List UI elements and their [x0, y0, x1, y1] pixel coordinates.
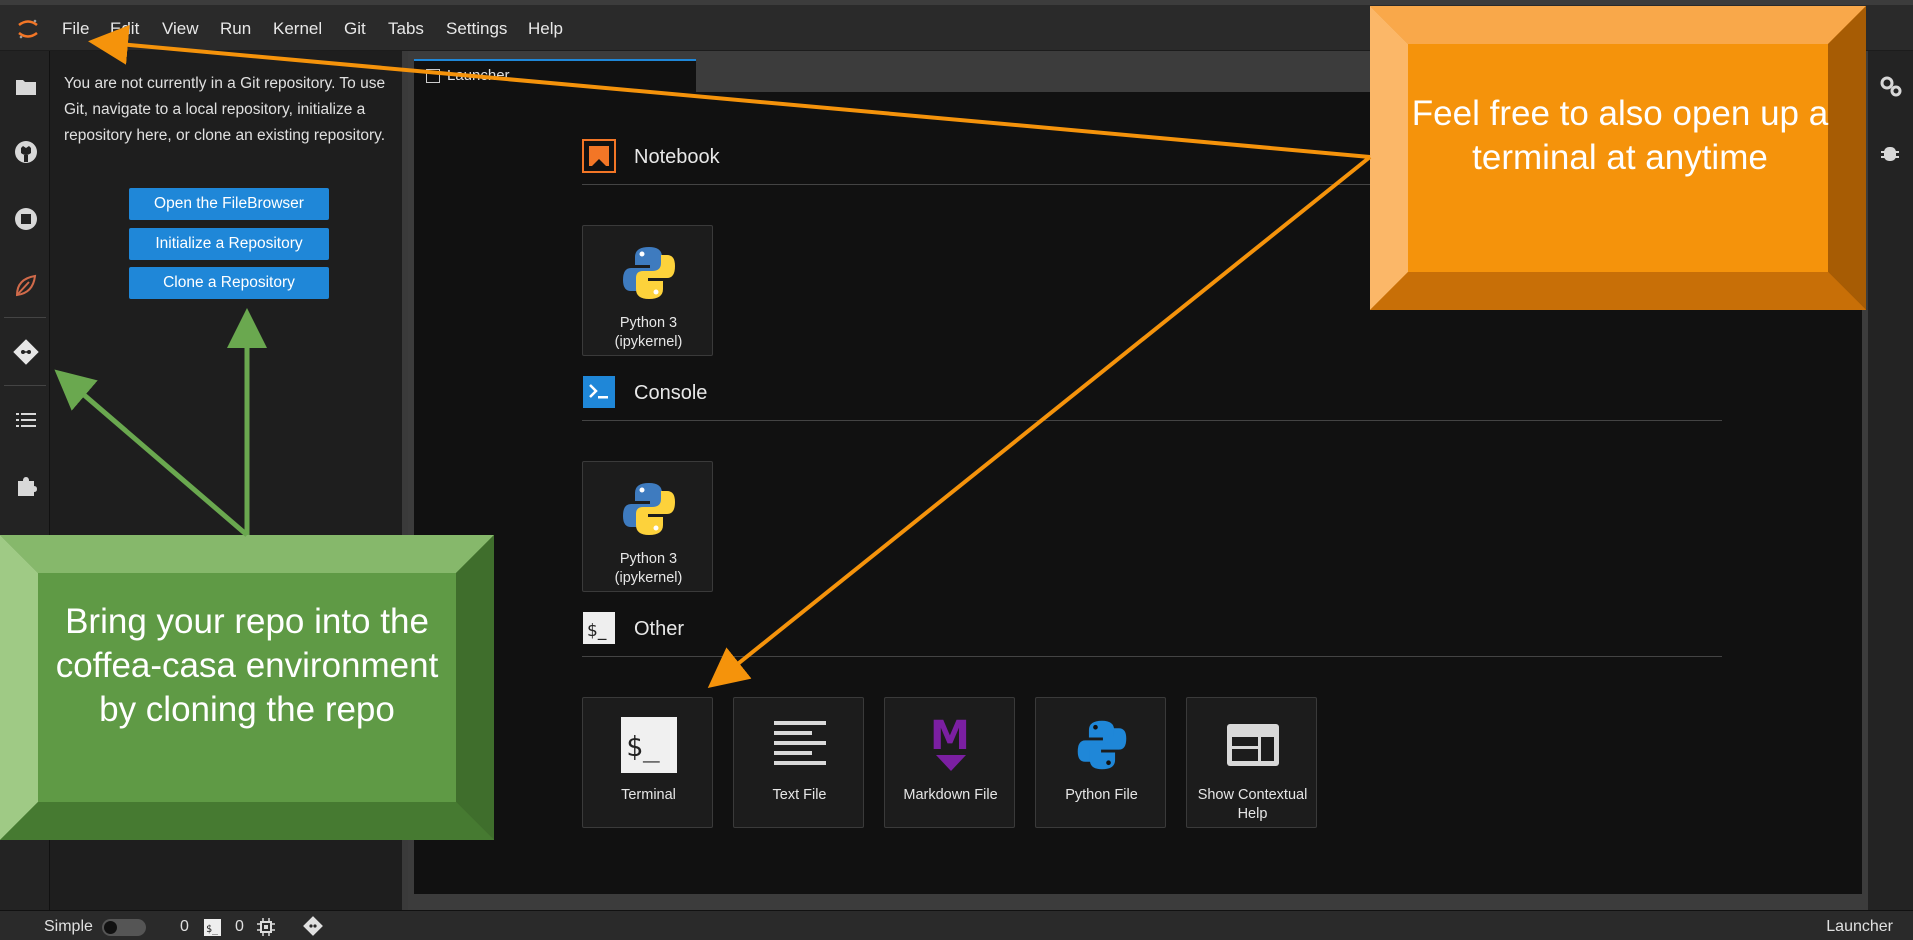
right-sidebar [1868, 51, 1913, 910]
initialize-repository-button[interactable]: Initialize a Repository [129, 228, 329, 260]
orange-callout-text: Feel free to also open up a terminal at … [1411, 94, 1829, 177]
console-section-label: Console [634, 382, 708, 404]
activity-separator [4, 317, 46, 318]
menu-tabs[interactable]: Tabs [388, 19, 424, 39]
menu-git[interactable]: Git [344, 19, 366, 39]
jupyter-logo-icon [18, 19, 38, 39]
svg-text:$_: $_ [206, 924, 219, 935]
other-section-label: Other [634, 618, 685, 640]
menu-kernel[interactable]: Kernel [273, 19, 322, 39]
activity-separator [4, 385, 46, 386]
green-callout-text: Bring your repo into the coffea-casa env… [55, 602, 439, 729]
console-section-header: Console [582, 375, 1722, 421]
open-filebrowser-button[interactable]: Open the FileBrowser [129, 188, 329, 220]
show-contextual-help-card[interactable]: Show Contextual Help [1186, 697, 1317, 828]
status-launcher-label: Launcher [1826, 918, 1893, 935]
menu-edit[interactable]: Edit [110, 19, 139, 39]
console-icon [582, 375, 616, 409]
other-section-header: $_ Other [582, 611, 1722, 657]
git-not-repo-message: You are not currently in a Git repositor… [64, 75, 386, 144]
svg-text:M: M [930, 713, 970, 759]
python-file-label: Python File [1065, 787, 1138, 803]
python-icon [583, 476, 714, 542]
markdown-icon: M [885, 712, 1016, 778]
python-file-card[interactable]: Python File [1035, 697, 1166, 828]
table-of-contents-icon[interactable] [13, 407, 39, 433]
menu-run[interactable]: Run [220, 19, 251, 39]
kernel-count: 0 [235, 918, 244, 935]
dask-leaf-icon[interactable] [13, 273, 39, 299]
markdown-file-card[interactable]: M Markdown File [884, 697, 1015, 828]
tab-launcher[interactable]: Launcher [414, 59, 696, 92]
menu-file[interactable]: File [62, 19, 89, 39]
github-icon[interactable] [13, 139, 39, 165]
terminal-card[interactable]: $_ Terminal [582, 697, 713, 828]
terminal-status-icon[interactable]: $_ [204, 919, 221, 936]
jupyterlab-window: File Edit View Run Kernel Git Tabs Setti… [0, 0, 1913, 940]
svg-text:$_: $_ [587, 621, 607, 641]
menu-help[interactable]: Help [528, 19, 563, 39]
git-icon[interactable] [13, 339, 39, 365]
menu-settings[interactable]: Settings [446, 19, 507, 39]
folder-icon[interactable] [13, 74, 39, 100]
contextual-help-icon [1187, 712, 1318, 778]
svg-text:$_: $_ [626, 730, 660, 764]
launcher-tab-icon [426, 69, 440, 83]
text-file-label: Text File [772, 787, 827, 803]
terminal-label: Terminal [621, 787, 676, 803]
markdown-file-label: Markdown File [903, 787, 998, 803]
terminal-icon: $_ [583, 712, 714, 778]
python-icon [1036, 712, 1167, 778]
simple-mode-label: Simple [44, 918, 93, 935]
clone-repository-button[interactable]: Clone a Repository [129, 267, 329, 299]
text-file-card[interactable]: Text File [733, 697, 864, 828]
git-status-icon[interactable] [302, 915, 324, 937]
kernel-status-icon[interactable] [257, 918, 275, 936]
show-contextual-help-label: Show Contextual Help [1197, 787, 1308, 822]
notebook-icon [582, 139, 616, 173]
terminal-count: 0 [180, 918, 189, 935]
extension-manager-icon[interactable] [13, 473, 39, 499]
console-python3-label: Python 3 (ipykernel) [614, 551, 683, 586]
running-kernels-icon[interactable] [13, 206, 39, 232]
console-python3-card[interactable]: Python 3 (ipykernel) [582, 461, 713, 592]
notebook-python3-label: Python 3 (ipykernel) [614, 315, 683, 350]
property-inspector-icon[interactable] [1879, 75, 1903, 99]
toggle-knob [104, 921, 117, 934]
other-terminal-icon: $_ [582, 611, 616, 645]
menu-view[interactable]: View [162, 19, 199, 39]
tab-launcher-label: Launcher [447, 67, 510, 84]
notebook-section-label: Notebook [634, 146, 720, 168]
notebook-python3-card[interactable]: Python 3 (ipykernel) [582, 225, 713, 356]
status-bar: Simple 0 $_ 0 Launcher [0, 910, 1913, 940]
simple-mode-toggle[interactable] [102, 919, 146, 936]
python-icon [583, 240, 714, 306]
debugger-icon[interactable] [1880, 143, 1900, 163]
text-file-icon [734, 712, 865, 778]
